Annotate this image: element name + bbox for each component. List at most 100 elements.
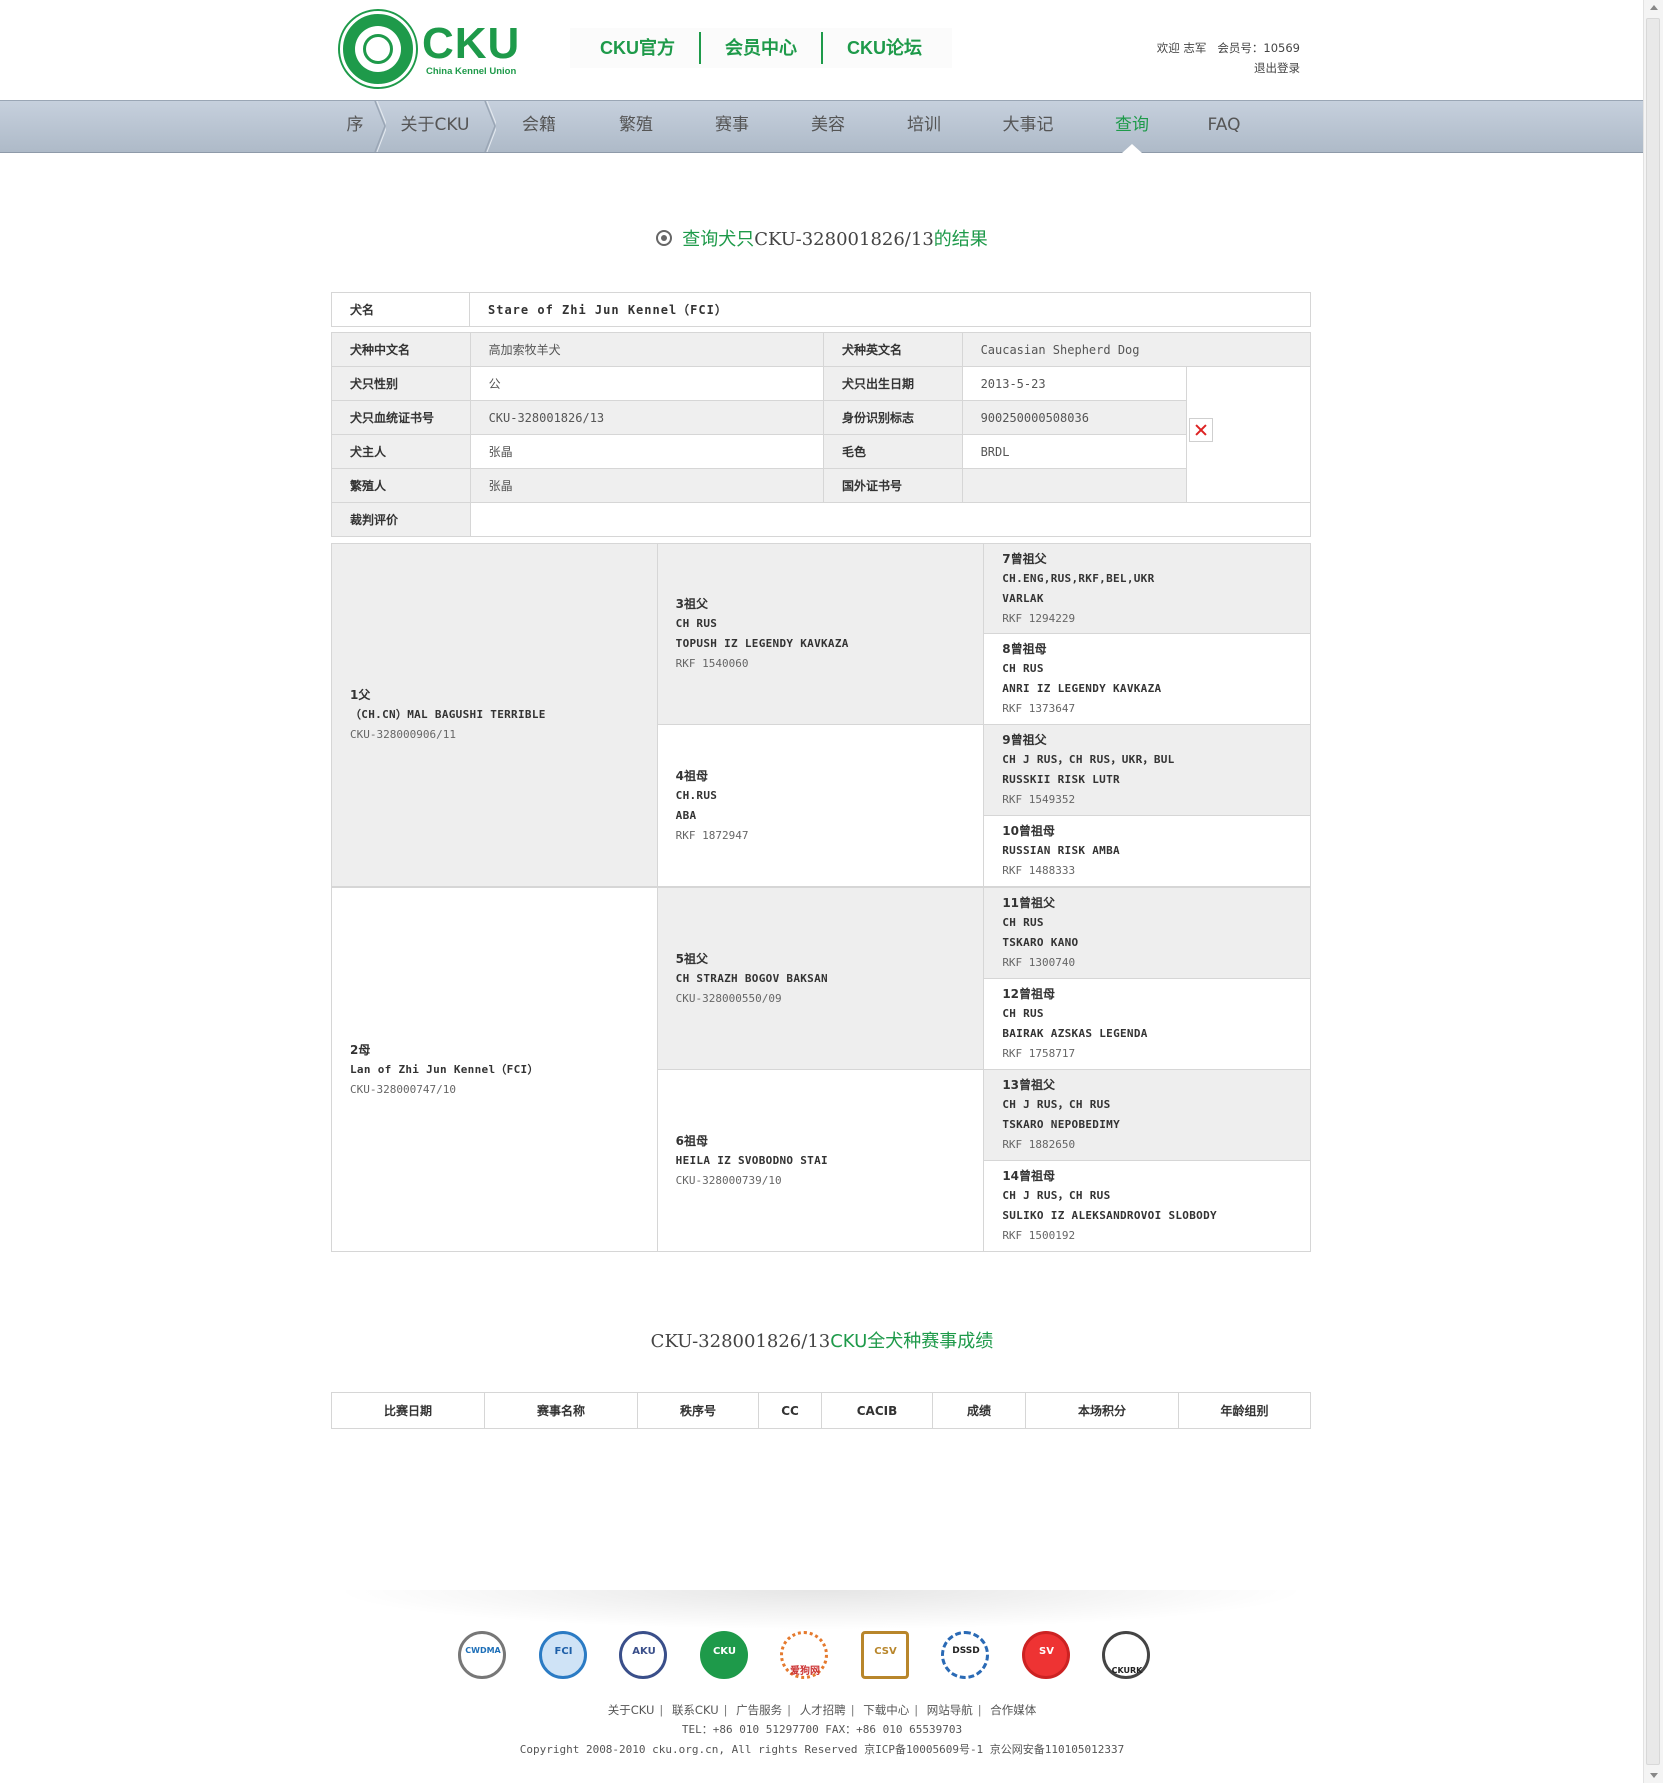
pedigree-name: RUSSIAN RISK AMBA bbox=[1002, 844, 1120, 857]
scroll-down-icon[interactable] bbox=[1650, 1773, 1658, 1778]
pedigree-titles: CH RUS bbox=[1002, 916, 1044, 929]
pedigree-granddam-6: 6祖母 HEILA IZ SVOBODNO STAI CKU-328000739… bbox=[656, 1069, 985, 1252]
partner-cku-logo[interactable]: CKU bbox=[697, 1628, 753, 1684]
breed-cn-value: 高加索牧羊犬 bbox=[469, 332, 825, 367]
pedigree-name: SULIKO IZ ALEKSANDROVOI SLOBODY bbox=[1002, 1209, 1217, 1222]
cku-logo[interactable]: CKU China Kennel Union bbox=[340, 10, 520, 87]
pedigree-title: 7曾祖父 bbox=[1002, 551, 1047, 566]
pedigree-title: 10曾祖母 bbox=[1002, 824, 1055, 838]
partner-fci-logo[interactable]: FCI bbox=[536, 1628, 592, 1684]
partner-logos: CWDMA FCI AKU CKU 爱狗网 CSV DSSD SV CKURK bbox=[455, 1628, 1155, 1684]
footer-link-jobs[interactable]: 人才招聘 bbox=[800, 1703, 846, 1717]
dog-name-value: Stare of Zhi Jun Kennel（FCI） bbox=[469, 292, 1311, 327]
title-prefix: 查询犬只 bbox=[682, 229, 755, 250]
partner-csv-logo[interactable]: CSV bbox=[858, 1628, 914, 1684]
target-icon bbox=[656, 230, 673, 246]
cert-label: 犬只血统证书号 bbox=[331, 400, 471, 435]
pedigree-sire: 1父 （CH.CN）MAL BAGUSHI TERRIBLE CKU-32800… bbox=[331, 543, 658, 887]
nav-item-events[interactable]: 赛事 bbox=[684, 101, 780, 152]
nav-item-about[interactable]: 关于CKU bbox=[380, 101, 496, 152]
main-nav-bar: 序 关于CKU 会籍 繁殖 赛事 美容 培训 大事记 查询 FAQ bbox=[0, 100, 1644, 153]
pedigree-titles: CH J RUS，CH RUS bbox=[1002, 1098, 1111, 1111]
pedigree-title: 4祖母 bbox=[675, 768, 708, 783]
nav-item-milestones[interactable]: 大事记 bbox=[972, 101, 1084, 152]
pedigree-titles: CH.ENG,RUS,RKF,BEL,UKR bbox=[1002, 571, 1155, 585]
dog-info-table: 犬种中文名 高加索牧羊犬 犬种英文名 Caucasian Shepherd Do… bbox=[331, 332, 1312, 537]
pedigree-name: VARLAK bbox=[1002, 591, 1044, 605]
pedigree-titles: CH J RUS，CH RUS bbox=[1002, 1189, 1111, 1202]
top-link-cku-forum[interactable]: CKU论坛 bbox=[823, 32, 946, 64]
footer-links: 关于CKU | 联系CKU | 广告服务 | 人才招聘 | 下载中心 | 网站导航 | 合作… bbox=[607, 1703, 1037, 1717]
sex-value: 公 bbox=[469, 366, 825, 401]
results-title-id: CKU-328001826/13 bbox=[650, 1331, 831, 1352]
col-age-group: 年龄组别 bbox=[1178, 1392, 1311, 1429]
footer-copyright: Copyright 2008-2010 cku.org.cn, All righ… bbox=[519, 1743, 1125, 1756]
partner-cwdma-logo[interactable]: CWDMA bbox=[455, 1628, 511, 1684]
footer-link-downloads[interactable]: 下载中心 bbox=[863, 1703, 909, 1717]
member-number: 会员号：10569 bbox=[1217, 41, 1300, 55]
foreign-cert-label: 国外证书号 bbox=[823, 468, 963, 503]
sex-label: 犬只性别 bbox=[331, 366, 471, 401]
nav-item-breeding[interactable]: 繁殖 bbox=[588, 101, 684, 152]
pedigree-name: TOPUSH IZ LEGENDY KAVKAZA bbox=[675, 637, 849, 650]
scroll-up-icon[interactable] bbox=[1650, 5, 1658, 10]
top-link-cku-official[interactable]: CKU官方 bbox=[576, 32, 701, 64]
pedigree-reg: RKF 1758717 bbox=[1002, 1047, 1076, 1060]
owner-value: 张晶 bbox=[469, 434, 825, 469]
scrollbar-thumb[interactable] bbox=[1646, 18, 1660, 1765]
pedigree-ggd-14: 14曾祖母 CH J RUS，CH RUS SULIKO IZ ALEKSAND… bbox=[983, 1160, 1311, 1252]
partner-dssd-logo[interactable]: DSSD bbox=[938, 1628, 994, 1684]
footer-contact: TEL：+86 010 51297700 FAX：+86 010 6553970… bbox=[681, 1723, 963, 1736]
pedigree-reg: RKF 1488333 bbox=[1002, 864, 1076, 877]
pedigree-reg: CKU-328000747/10 bbox=[350, 1082, 456, 1096]
partner-sv-logo[interactable]: SV bbox=[1019, 1628, 1075, 1684]
owner-label: 犬主人 bbox=[331, 434, 471, 469]
pedigree-ggs-11: 11曾祖父 CH RUS TSKARO KANO RKF 1300740 bbox=[983, 887, 1311, 979]
pedigree-granddam-4: 4祖母 CH.RUS ABA RKF 1872947 bbox=[656, 724, 985, 887]
nav-item-faq[interactable]: FAQ bbox=[1180, 101, 1268, 152]
partner-aku-logo[interactable]: AKU bbox=[616, 1628, 672, 1684]
pedigree-name: ANRI IZ LEGENDY KAVKAZA bbox=[1002, 682, 1162, 695]
partner-label: CWDMA bbox=[465, 1646, 501, 1655]
pedigree-reg: CKU-328000739/10 bbox=[675, 1173, 782, 1187]
partner-label: AKU bbox=[632, 1646, 656, 1657]
nav-item-query[interactable]: 查询 bbox=[1084, 101, 1180, 153]
nav-item-membership[interactable]: 会籍 bbox=[490, 101, 588, 152]
nav-label: 序 bbox=[346, 115, 364, 135]
vertical-scrollbar[interactable] bbox=[1643, 0, 1663, 1783]
welcome-text: 欢迎 志军 bbox=[1156, 41, 1207, 55]
pedigree-ggs-7: 7曾祖父 CH.ENG,RUS,RKF,BEL,UKR VARLAK RKF 1… bbox=[983, 543, 1311, 634]
top-link-member-center[interactable]: 会员中心 bbox=[701, 32, 823, 64]
results-title-suffix: CKU全犬种赛事成绩 bbox=[830, 1331, 994, 1352]
results-table: 比赛日期 赛事名称 秩序号 CC CACIB 成绩 本场积分 年龄组别 bbox=[331, 1392, 1311, 1429]
pedigree-titles: CH RUS bbox=[1002, 662, 1044, 675]
footer-link-ads[interactable]: 广告服务 bbox=[736, 1703, 782, 1717]
pedigree-dam: 2母 Lan of Zhi Jun Kennel（FCI） CKU-328000… bbox=[331, 887, 658, 1252]
main-nav: 序 关于CKU 会籍 繁殖 赛事 美容 培训 大事记 查询 FAQ bbox=[330, 101, 1268, 153]
partner-ckurk-logo[interactable]: CKURK bbox=[1099, 1628, 1155, 1684]
footer-link-media[interactable]: 合作媒体 bbox=[990, 1703, 1036, 1717]
partner-label: CSV bbox=[874, 1646, 897, 1657]
pedigree-ggd-12: 12曾祖母 CH RUS BAIRAK AZSKAS LEGENDA RKF 1… bbox=[983, 978, 1311, 1070]
col-result: 成绩 bbox=[932, 1392, 1026, 1429]
breeder-value: 张晶 bbox=[469, 468, 825, 503]
partner-aigou-logo[interactable]: 爱狗网 bbox=[777, 1628, 833, 1684]
foreign-cert-value bbox=[961, 468, 1188, 503]
title-suffix: 的结果 bbox=[933, 229, 988, 250]
footer-link-contact[interactable]: 联系CKU bbox=[672, 1703, 719, 1717]
nav-item-preface[interactable]: 序 bbox=[330, 101, 386, 152]
nav-item-grooming[interactable]: 美容 bbox=[780, 101, 876, 152]
footer-link-about[interactable]: 关于CKU bbox=[608, 1703, 655, 1717]
col-order-no: 秩序号 bbox=[637, 1392, 759, 1429]
pedigree-reg: RKF 1294229 bbox=[1002, 611, 1076, 625]
footer-link-sitemap[interactable]: 网站导航 bbox=[927, 1703, 973, 1717]
pedigree-name: Lan of Zhi Jun Kennel（FCI） bbox=[350, 1062, 539, 1076]
chip-value: 900250000508036 bbox=[961, 400, 1188, 435]
pedigree-title: 14曾祖母 bbox=[1002, 1169, 1056, 1183]
pedigree-title: 3祖父 bbox=[675, 597, 708, 611]
pedigree-title: 9曾祖父 bbox=[1002, 733, 1047, 747]
nav-label: 查询 bbox=[1115, 115, 1149, 135]
partner-label: CKU bbox=[712, 1646, 737, 1657]
nav-item-training[interactable]: 培训 bbox=[876, 101, 972, 152]
logout-link[interactable]: 退出登录 bbox=[1254, 61, 1300, 75]
